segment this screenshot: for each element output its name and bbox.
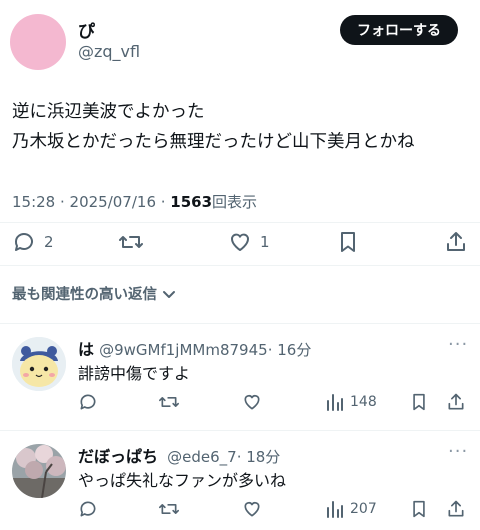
like-button[interactable] (242, 499, 262, 519)
more-options-icon[interactable]: ··· (448, 334, 468, 355)
like-button[interactable]: 1 (228, 230, 270, 254)
reply-sort-dropdown[interactable]: 最も関連性の高い返信 (12, 283, 177, 304)
chevron-down-icon (163, 290, 175, 298)
reply-button[interactable] (78, 392, 98, 412)
more-options-icon[interactable]: ··· (448, 441, 468, 462)
divider (0, 323, 480, 324)
bookmark-button[interactable] (337, 230, 359, 254)
reply-count: 2 (44, 233, 54, 251)
reply-icon (80, 501, 96, 517)
bookmark-button[interactable] (410, 499, 428, 519)
analytics-icon (327, 501, 343, 518)
share-icon (447, 232, 465, 251)
share-button[interactable] (444, 230, 468, 254)
follow-button[interactable]: フォローする (340, 15, 458, 45)
reply-view-count: 148 (350, 394, 377, 410)
like-button[interactable] (242, 392, 262, 412)
reply-avatar[interactable] (12, 444, 66, 498)
reply-button[interactable]: 2 (12, 230, 54, 254)
reply-author-handle[interactable]: @ede6_7 (167, 448, 237, 466)
bookmark-icon (413, 393, 425, 411)
view-count: 1563 (170, 193, 213, 211)
heart-icon (231, 233, 249, 251)
reply-header: は @9wGMf1jMMm87945· 16分 (78, 336, 311, 360)
like-count: 1 (260, 233, 270, 251)
heart-icon (244, 502, 260, 517)
repost-button[interactable] (158, 392, 180, 412)
share-icon (448, 500, 464, 517)
reply-icon (80, 394, 96, 410)
bookmark-icon (413, 500, 425, 518)
share-icon (448, 393, 464, 410)
views-button[interactable]: 207 (326, 499, 377, 519)
reply-time[interactable]: · 16分 (268, 341, 312, 359)
share-button[interactable] (446, 392, 466, 412)
repost-button[interactable] (158, 499, 180, 519)
reply-author-name[interactable]: だぼっぱち (78, 447, 158, 466)
reply-button[interactable] (78, 499, 98, 519)
reply-header: だぼっぱち @ede6_7· 18分 (78, 443, 280, 467)
post-meta: 15:28 · 2025/07/16 · 1563回表示 (12, 191, 257, 212)
character-avatar-icon (12, 337, 66, 391)
reply-sort-label: 最も関連性の高い返信 (12, 287, 157, 303)
author-handle[interactable]: @zq_vfl (78, 42, 140, 61)
views-button[interactable]: 148 (326, 392, 377, 412)
share-button[interactable] (446, 499, 466, 519)
reply-time[interactable]: · 18分 (237, 448, 281, 466)
reply-view-count: 207 (350, 501, 377, 517)
reply-icon (14, 233, 33, 251)
bookmark-icon (341, 232, 355, 252)
reply-text: やっぱ失礼なファンが多いね (78, 471, 287, 490)
repost-icon (158, 397, 179, 407)
reply-author-name[interactable]: は (78, 340, 94, 359)
reply-text: 誹謗中傷ですよ (78, 364, 191, 383)
author-name[interactable]: ぴ (78, 17, 95, 42)
author-avatar[interactable] (10, 14, 66, 70)
bookmark-button[interactable] (410, 392, 428, 412)
repost-icon (119, 236, 143, 248)
view-count-label: 回表示 (212, 193, 258, 211)
repost-icon (158, 504, 179, 514)
post-text-line: 逆に浜辺美波でよかった (12, 102, 205, 122)
post-timestamp[interactable]: 15:28 · 2025/07/16 · (12, 193, 170, 211)
repost-button[interactable] (118, 230, 144, 254)
heart-icon (244, 395, 260, 410)
reply-avatar[interactable] (12, 337, 66, 391)
divider (0, 430, 480, 431)
reply-author-handle[interactable]: @9wGMf1jMMm87945 (99, 341, 268, 359)
divider (0, 265, 480, 266)
analytics-icon (327, 394, 343, 411)
post-text: 逆に浜辺美波でよかった 乃木坂とかだったら無理だったけど山下美月とかね (12, 97, 415, 157)
cherry-blossom-photo-avatar-icon (12, 444, 66, 498)
divider (0, 222, 480, 223)
post-text-line: 乃木坂とかだったら無理だったけど山下美月とかね (12, 132, 415, 152)
